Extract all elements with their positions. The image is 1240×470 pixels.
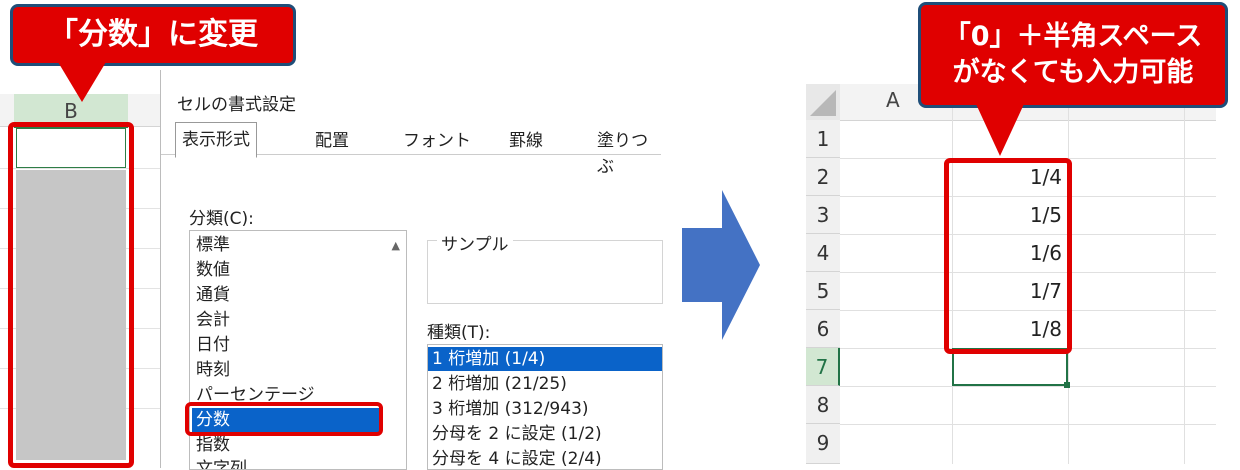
row-header[interactable]: 5: [806, 272, 840, 310]
dialog-title: セルの書式設定: [177, 95, 296, 115]
callout-tail: [58, 62, 106, 102]
highlight-box-results: [944, 158, 1072, 354]
gridline: [840, 424, 1216, 425]
highlight-box-fraction: [185, 402, 383, 436]
highlight-box-column-b: [8, 122, 134, 468]
category-label: 分類(C):: [189, 209, 254, 229]
category-currency[interactable]: 通貨: [196, 283, 376, 307]
scroll-up-icon[interactable]: ▲: [392, 239, 400, 252]
callout-change-to-fraction: 「分数」に変更: [10, 4, 296, 66]
type-item[interactable]: 分母を 2 に設定 (1/2): [432, 422, 662, 446]
sample-label: サンプル: [437, 230, 513, 255]
type-item[interactable]: 3 桁増加 (312/943): [432, 397, 662, 421]
category-date[interactable]: 日付: [196, 333, 376, 357]
type-list[interactable]: 1 桁増加 (1/4) 2 桁増加 (21/25) 3 桁増加 (312/943…: [427, 344, 663, 470]
tab-border[interactable]: 罫線: [503, 128, 549, 154]
type-item[interactable]: 2 桁増加 (21/25): [432, 372, 662, 396]
callout-line-1: 「0」＋半角スペース: [943, 21, 1203, 52]
row-header[interactable]: 6: [806, 310, 840, 348]
row-header[interactable]: 1: [806, 120, 840, 158]
gridline: [1184, 84, 1185, 464]
row-header[interactable]: 4: [806, 234, 840, 272]
tab-alignment[interactable]: 配置: [309, 128, 355, 154]
category-time[interactable]: 時刻: [196, 358, 376, 382]
category-accounting[interactable]: 会計: [196, 308, 376, 332]
type-label: 種類(T):: [427, 323, 491, 343]
callout-no-zero-needed: 「0」＋半角スペース がなくても入力可能: [918, 2, 1228, 108]
type-item[interactable]: 分母を 4 に設定 (2/4): [432, 447, 662, 469]
category-general[interactable]: 標準: [196, 233, 376, 257]
fill-handle[interactable]: [1064, 382, 1070, 388]
row-header[interactable]: 9: [806, 424, 840, 464]
category-scientific[interactable]: 指数: [196, 433, 376, 457]
tab-fill[interactable]: 塗りつぶ: [591, 128, 661, 177]
callout-line-2: がなくても入力可能: [952, 57, 1194, 88]
category-text[interactable]: 文字列: [196, 457, 376, 469]
column-header-a[interactable]: A: [886, 88, 900, 112]
row-header[interactable]: 2: [806, 158, 840, 196]
tab-font[interactable]: フォント: [397, 128, 477, 154]
type-item[interactable]: 1 桁増加 (1/4): [428, 347, 662, 371]
right-arrow-icon: [682, 190, 760, 340]
format-cells-dialog: セルの書式設定 表示形式 配置 フォント 罫線 塗りつぶ 分類(C): 標準 数…: [160, 70, 663, 470]
tab-number[interactable]: 表示形式: [175, 122, 257, 158]
row-header[interactable]: 3: [806, 196, 840, 234]
callout-tail: [976, 104, 1024, 156]
category-number[interactable]: 数値: [196, 258, 376, 282]
gridline: [840, 386, 1216, 387]
select-all-corner[interactable]: [806, 84, 840, 120]
row-header-selected[interactable]: 7: [806, 348, 840, 386]
row-header[interactable]: 8: [806, 386, 840, 424]
